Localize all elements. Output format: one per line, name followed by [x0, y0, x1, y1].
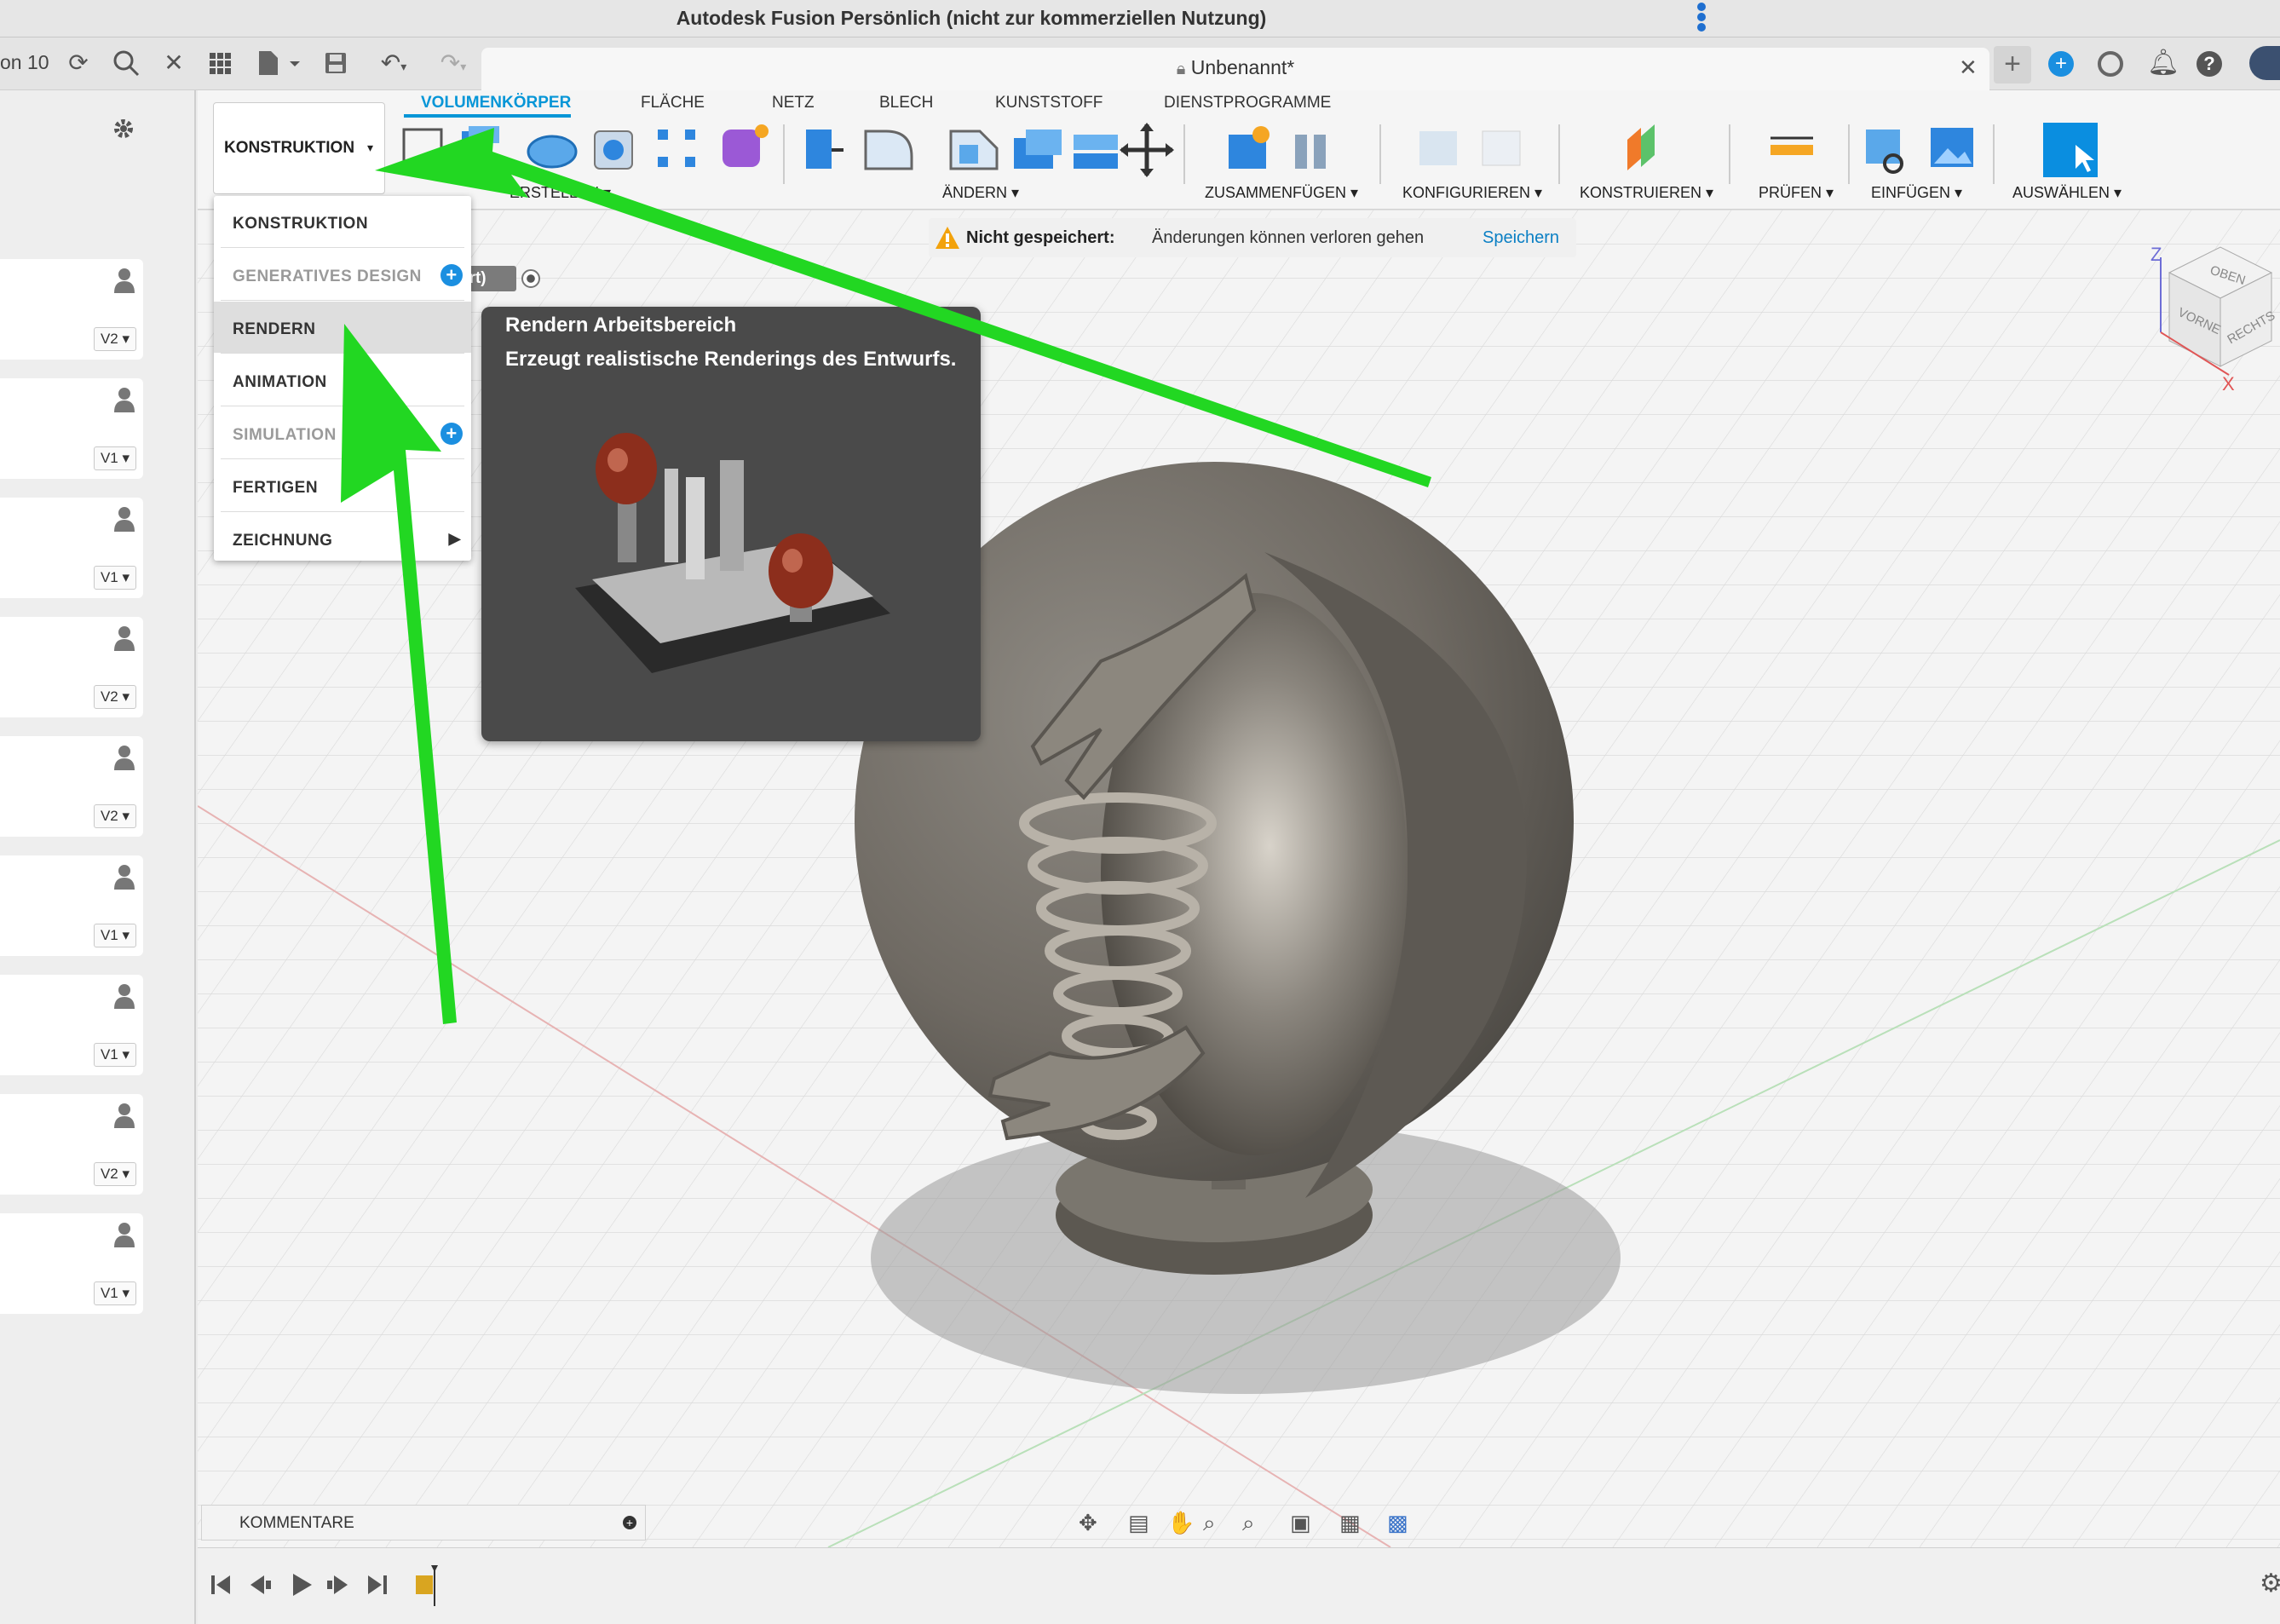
display-settings-icon: ▣ — [1290, 1511, 1311, 1536]
timeline-bar: ⚙︎ — [198, 1547, 2280, 1624]
zoom-icon: ⌕ — [1203, 1511, 1216, 1536]
go-to-end-icon — [368, 1575, 387, 1594]
timeline-controls[interactable] — [208, 1564, 412, 1606]
go-to-start-icon — [211, 1575, 230, 1594]
navigation-toolbar[interactable]: ✥ ▤ ✋ ⌕ ⌕ ▣ ▦ ▩ — [1075, 1505, 1433, 1539]
comments-label: KOMMENTARE — [239, 1514, 354, 1532]
timeline-settings-gear-icon[interactable]: ⚙︎ — [2260, 1569, 2280, 1598]
look-at-icon: ▤ — [1128, 1511, 1149, 1536]
annotation-arrow-to-rendern — [341, 324, 457, 1024]
viewports-icon: ▩ — [1387, 1511, 1408, 1536]
add-comment-icon[interactable]: + — [623, 1516, 636, 1529]
step-forward-icon — [327, 1575, 348, 1594]
timeline-feature-icon[interactable] — [411, 1560, 445, 1611]
grid-settings-icon: ▦ — [1339, 1511, 1361, 1536]
pan-icon: ✋ — [1167, 1510, 1195, 1536]
comments-panel[interactable]: KOMMENTARE + — [201, 1505, 646, 1540]
step-back-icon — [250, 1575, 271, 1594]
play-icon — [293, 1574, 312, 1596]
annotation-arrows — [341, 128, 1431, 1024]
orbit-icon: ✥ — [1079, 1511, 1097, 1536]
annotation-arrow-to-workspace — [375, 128, 1431, 487]
fit-icon: ⌕ — [1242, 1511, 1255, 1536]
